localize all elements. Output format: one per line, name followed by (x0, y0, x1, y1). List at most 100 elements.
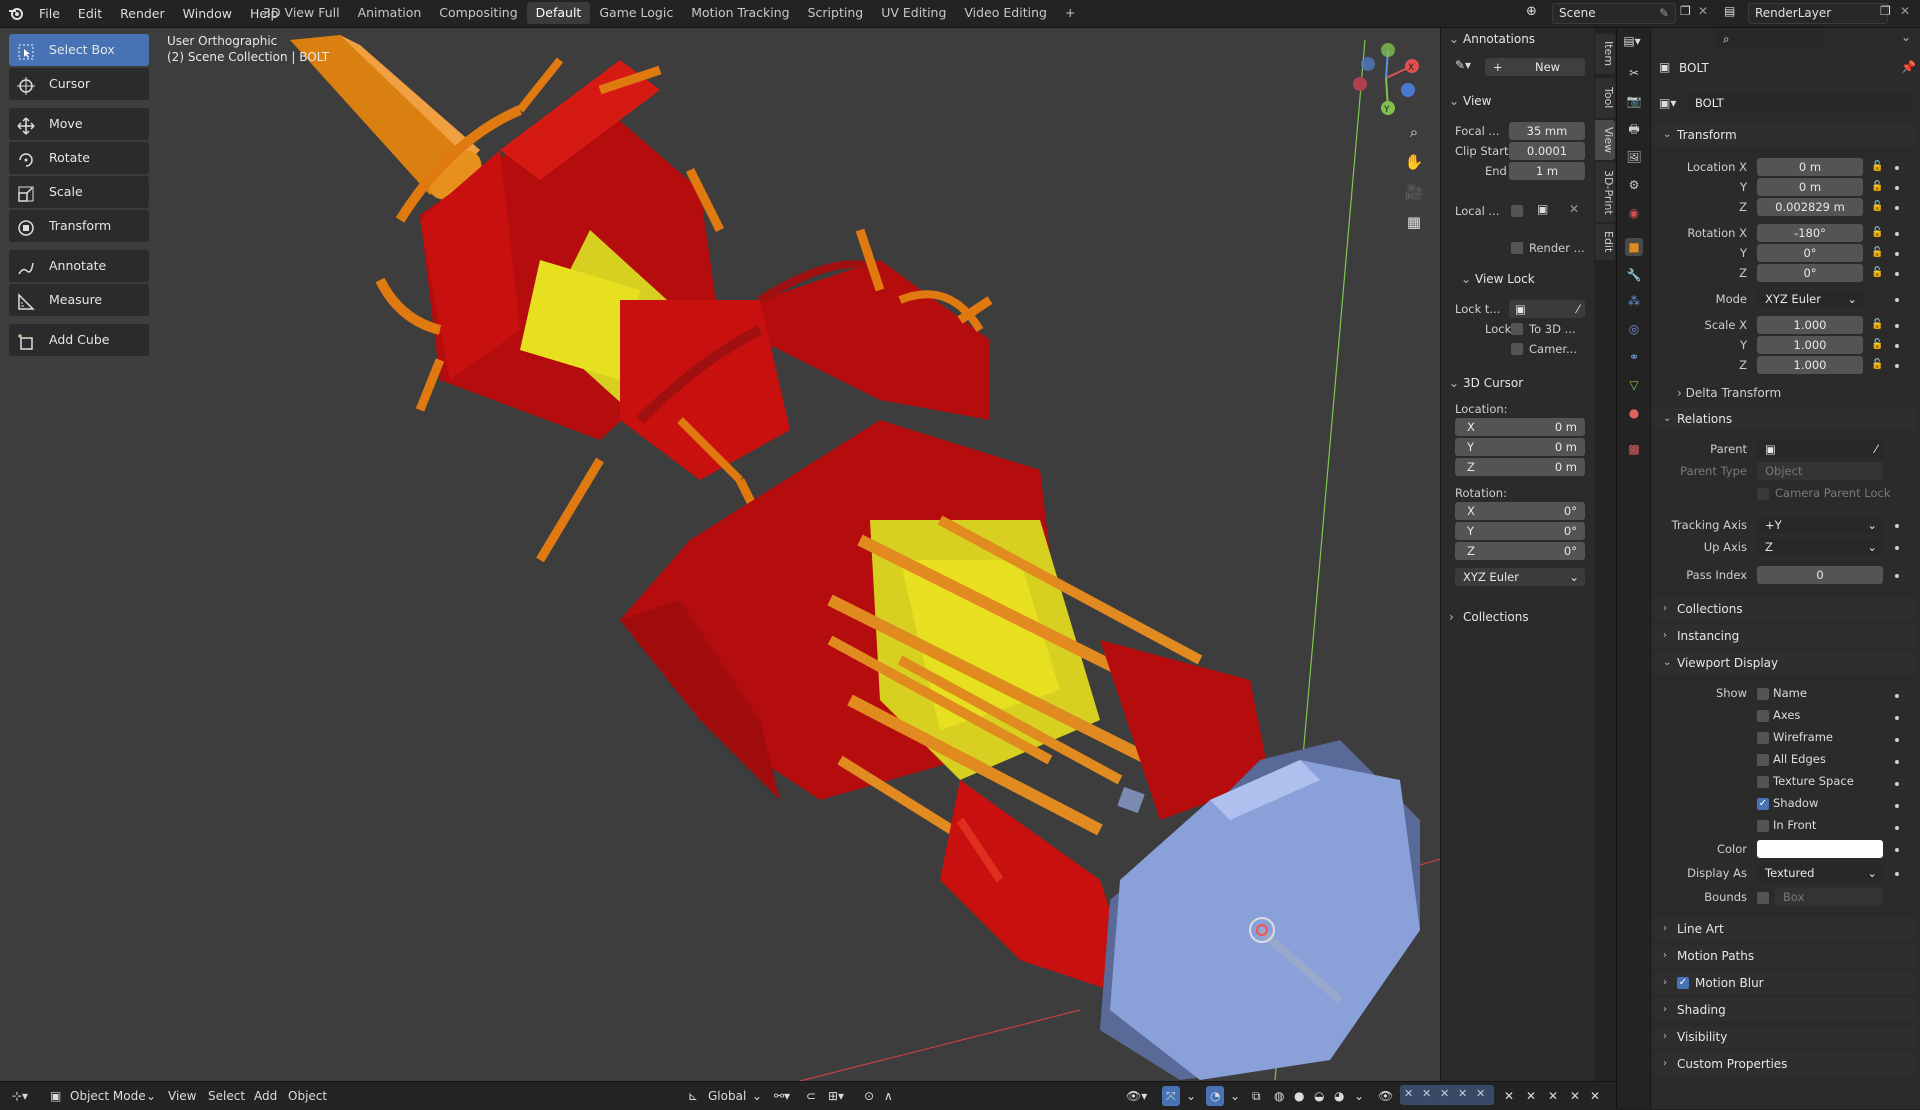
xray-toggle-icon[interactable]: ⧉ (1252, 1082, 1261, 1110)
keyframe-dot[interactable] (1895, 272, 1899, 276)
tab-default[interactable]: Default (526, 2, 591, 24)
keyframe-dot[interactable] (1895, 364, 1899, 368)
menu-object[interactable]: Object (288, 1082, 327, 1110)
clear-icon[interactable]: ✕ (1569, 202, 1579, 216)
falloff-icon[interactable]: ∧ (884, 1082, 893, 1110)
cursor-rotation-x[interactable]: X 0° (1455, 502, 1585, 520)
eye-icon[interactable]: 👁 (1378, 1082, 1393, 1110)
lock-icon[interactable]: 🔓 (1871, 247, 1883, 259)
scale-y-field[interactable]: 1.000 (1757, 336, 1863, 354)
custom-properties-panel-header[interactable]: › Custom Properties (1655, 1053, 1917, 1075)
keyframe-dot[interactable] (1895, 252, 1899, 256)
cursor-rotation-y[interactable]: Y 0° (1455, 522, 1585, 540)
keyframe-dot[interactable] (1895, 546, 1899, 550)
tool-add-cube[interactable]: Add Cube (9, 324, 149, 356)
view-panel-header[interactable]: ⌄ View (1441, 90, 1595, 112)
collections-panel-header[interactable]: › Collections (1655, 598, 1917, 620)
chevron-down-icon[interactable]: ⌄ (1230, 1082, 1240, 1110)
render-region-checkbox[interactable] (1511, 242, 1523, 254)
zoom-icon[interactable]: ⌕ (1402, 120, 1426, 144)
tool-annotate[interactable]: Annotate (9, 250, 149, 282)
add-workspace-button[interactable]: + (1056, 2, 1084, 24)
keyframe-dot[interactable] (1895, 574, 1899, 578)
scale-z-field[interactable]: 1.000 (1757, 356, 1863, 374)
delete-layer-icon[interactable]: ✕ (1900, 4, 1910, 18)
relations-panel-header[interactable]: ⌄ Relations (1655, 408, 1917, 430)
camera-parent-lock-checkbox[interactable] (1757, 488, 1769, 500)
object-type-icon[interactable]: ▣▾ (1659, 96, 1676, 110)
overlays-toggle-icon[interactable]: ◔ (1206, 1086, 1225, 1106)
collections-panel-header[interactable]: › Collections (1441, 606, 1595, 628)
show-in-front-checkbox[interactable] (1757, 820, 1769, 832)
cursor-location-y[interactable]: Y0 m (1455, 438, 1585, 456)
constraints-icon[interactable]: ⚭ (1625, 348, 1643, 366)
cursor-rotation-mode-dropdown[interactable]: XYZ Euler ⌄ (1455, 568, 1585, 586)
lock-icon[interactable]: 🔓 (1871, 161, 1883, 173)
clip-end-field[interactable]: 1 m (1509, 162, 1585, 180)
tab-motion-tracking[interactable]: Motion Tracking (682, 2, 798, 24)
scene-icon[interactable]: ⚙ (1625, 176, 1643, 194)
menu-select[interactable]: Select (208, 1082, 245, 1110)
view-layer-icon[interactable]: 🖼 (1625, 148, 1643, 166)
tab-3d-print[interactable]: 3D-Print (1595, 162, 1615, 222)
properties-search-input[interactable]: ⌕ (1715, 30, 1825, 48)
scale-x-field[interactable]: 1.000 (1757, 316, 1863, 334)
scene-type-icon[interactable]: ⊕ (1526, 4, 1537, 19)
editor-type-icon[interactable]: ▤▾ (1623, 32, 1641, 50)
grid-ortho-icon[interactable]: ▦ (1402, 210, 1426, 234)
tab-edit[interactable]: Edit (1595, 224, 1615, 260)
visibility-panel-header[interactable]: › Visibility (1655, 1026, 1917, 1048)
model-render[interactable] (0, 28, 1596, 1081)
keyframe-dot[interactable] (1895, 738, 1899, 742)
cursor-rotation-z[interactable]: Z 0° (1455, 542, 1585, 560)
lock-icon[interactable]: 🔓 (1871, 201, 1883, 213)
bounds-checkbox[interactable] (1757, 892, 1769, 904)
lock-icon[interactable]: 🔓 (1871, 319, 1883, 331)
chevron-down-icon[interactable]: ⌄ (1901, 30, 1911, 44)
lock-to-3d-cursor-checkbox[interactable] (1511, 323, 1523, 335)
output-icon[interactable]: 🖶 (1625, 120, 1643, 138)
object-name-field[interactable]: BOLT (1687, 94, 1913, 112)
delta-transform-subpanel[interactable]: › Delta Transform (1677, 386, 1781, 400)
camera-view-icon[interactable]: 🎥 (1402, 180, 1426, 204)
particles-icon[interactable]: ⁂ (1625, 292, 1643, 310)
bounds-type-dropdown[interactable]: Box (1775, 888, 1883, 906)
lock-camera-checkbox[interactable] (1511, 343, 1523, 355)
location-z-field[interactable]: 0.002829 m (1757, 198, 1863, 216)
keyframe-dot[interactable] (1895, 694, 1899, 698)
show-texture-space-checkbox[interactable] (1757, 776, 1769, 788)
render-layer-icon[interactable]: ▤ (1724, 4, 1735, 18)
close-icon[interactable]: ✕ (1504, 1082, 1514, 1110)
rotation-y-field[interactable]: 0° (1757, 244, 1863, 262)
transform-orientation-dropdown[interactable]: Global (708, 1082, 746, 1110)
tab-tool[interactable]: Tool (1595, 78, 1615, 118)
show-axes-checkbox[interactable] (1757, 710, 1769, 722)
menu-window[interactable]: Window (174, 0, 241, 27)
lock-icon[interactable]: 🔓 (1871, 227, 1883, 239)
camera-object-icon[interactable]: ▣ (1537, 202, 1548, 216)
keyframe-dot[interactable] (1895, 848, 1899, 852)
keyframe-dot[interactable] (1895, 716, 1899, 720)
menu-file[interactable]: File (30, 0, 69, 27)
focal-length-field[interactable]: 35 mm (1509, 122, 1585, 140)
rotation-z-field[interactable]: 0° (1757, 264, 1863, 282)
render-layer-field[interactable]: RenderLayer (1748, 3, 1888, 24)
tab-scripting[interactable]: Scripting (799, 2, 873, 24)
show-wireframe-checkbox[interactable] (1757, 732, 1769, 744)
tool-scale[interactable]: Scale (9, 176, 149, 208)
eyedropper-icon[interactable]: ⁄ (1577, 300, 1579, 318)
tool-rotate[interactable]: Rotate (9, 142, 149, 174)
physics-icon[interactable]: ◎ (1625, 320, 1643, 338)
parent-type-dropdown[interactable]: Object (1757, 462, 1883, 480)
keyframe-dot[interactable] (1895, 298, 1899, 302)
new-scene-icon[interactable]: ❐ (1680, 4, 1691, 18)
keyframe-dot[interactable] (1895, 826, 1899, 830)
show-all-edges-checkbox[interactable] (1757, 754, 1769, 766)
tool-move[interactable]: Move (9, 108, 149, 140)
chevron-down-icon[interactable]: ⌄ (1354, 1082, 1364, 1110)
line-art-panel-header[interactable]: › Line Art (1655, 918, 1917, 940)
pin-icon[interactable]: 📌 (1901, 60, 1916, 74)
lock-icon[interactable]: 🔓 (1871, 339, 1883, 351)
eyedropper-icon[interactable]: ⁄ (1875, 440, 1877, 458)
up-axis-dropdown[interactable]: Z ⌄ (1757, 538, 1883, 556)
